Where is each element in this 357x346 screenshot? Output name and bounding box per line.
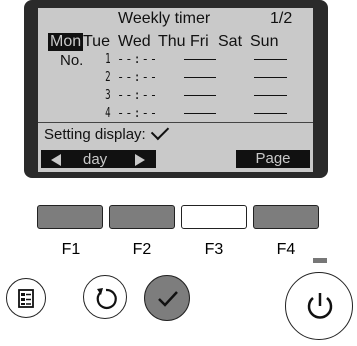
power-icon <box>307 293 333 319</box>
f3-key[interactable] <box>181 205 247 229</box>
mode-dash <box>254 113 287 114</box>
day-control-label: day <box>83 151 108 168</box>
timer-row[interactable]: No. 1 --:-- <box>38 52 313 69</box>
menu-icon <box>18 289 34 308</box>
lcd-screen: Weekly timer 1/2 Mon Tue Wed Thu Fri Sat… <box>38 8 313 172</box>
return-button[interactable] <box>83 275 127 319</box>
f3-label: F3 <box>204 241 224 258</box>
check-icon <box>158 291 178 307</box>
page-indicator: 1/2 <box>270 10 293 27</box>
divider <box>38 122 313 123</box>
day-thu[interactable]: Thu <box>158 33 186 51</box>
timer-time: --:-- <box>117 70 159 84</box>
triangle-left-icon <box>51 154 61 166</box>
f4-label: F4 <box>276 241 296 258</box>
lcd-title-bar: Weekly timer 1/2 <box>38 9 313 31</box>
setting-display: Setting display: <box>44 121 169 143</box>
day-wed[interactable]: Wed <box>118 33 151 51</box>
timer-time: --:-- <box>117 106 159 120</box>
timer-time: --:-- <box>117 52 159 66</box>
timer-time: --:-- <box>117 88 159 102</box>
temp-dash <box>184 59 216 60</box>
check-icon <box>150 121 169 141</box>
return-icon <box>96 288 117 310</box>
timer-number: 1 <box>105 52 111 67</box>
screen-title: Weekly timer <box>118 10 211 27</box>
timer-number: 2 <box>105 70 111 85</box>
day-sun[interactable]: Sun <box>250 33 278 51</box>
rows-label: No. <box>60 52 84 69</box>
triangle-right-icon <box>135 154 145 166</box>
timer-number: 3 <box>105 88 111 103</box>
day-tue[interactable]: Tue <box>83 33 110 51</box>
menu-button[interactable] <box>6 278 46 318</box>
setting-display-label: Setting display: <box>44 126 146 143</box>
f2-label: F2 <box>132 241 152 258</box>
mode-dash <box>254 77 287 78</box>
f2-key[interactable] <box>109 205 175 229</box>
f1-key[interactable] <box>37 205 103 229</box>
temp-dash <box>184 113 216 114</box>
timer-row[interactable]: 3 --:-- <box>38 88 313 104</box>
timer-row[interactable]: 4 --:-- <box>38 106 313 122</box>
function-bar: day Page <box>38 148 313 170</box>
day-mon[interactable]: Mon <box>48 33 84 51</box>
temp-dash <box>184 77 216 78</box>
f4-key[interactable] <box>253 205 319 229</box>
f1-label: F1 <box>61 241 81 258</box>
power-button[interactable] <box>285 272 353 340</box>
day-fri[interactable]: Fri <box>190 33 209 51</box>
mode-dash <box>254 59 287 60</box>
temp-dash <box>184 95 216 96</box>
mode-dash <box>254 95 287 96</box>
operation-lamp <box>313 258 327 263</box>
day-sat[interactable]: Sat <box>218 33 242 51</box>
timer-number: 4 <box>105 106 111 121</box>
timer-row[interactable]: 2 --:-- <box>38 70 313 86</box>
page-button[interactable]: Page <box>236 150 310 168</box>
day-control[interactable]: day <box>41 150 156 168</box>
confirm-button[interactable] <box>144 275 190 321</box>
